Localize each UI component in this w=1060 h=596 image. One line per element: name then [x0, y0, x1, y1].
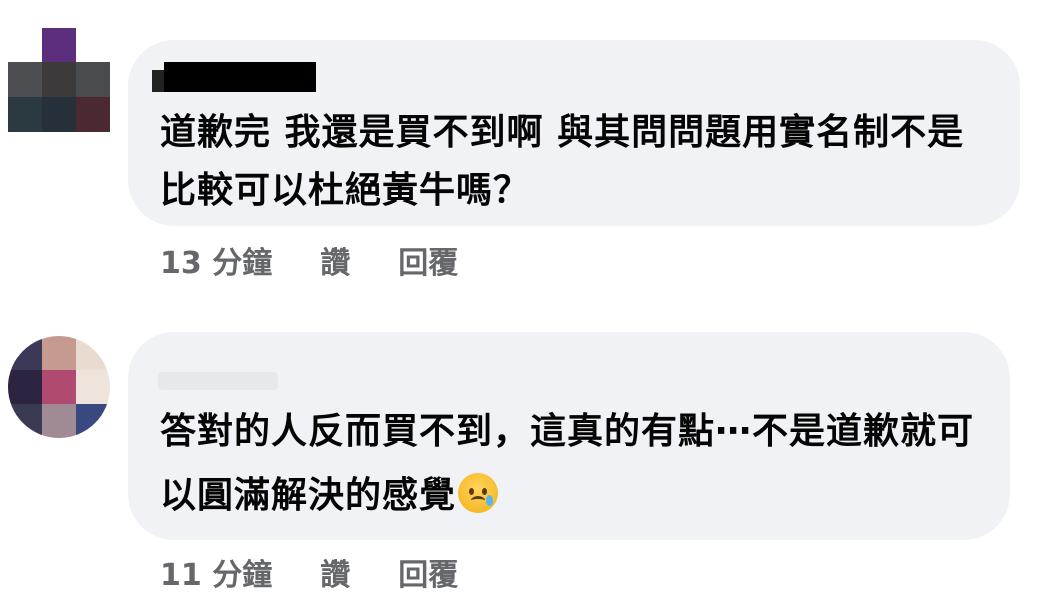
- comment-bubble: 道歉完 我還是買不到啊 與其問問題用實名制不是比較可以杜絕黃牛嗎？: [128, 40, 1020, 226]
- comment-bubble: 答對的人反而買不到，這真的有點⋯不是道歉就可以圓滿解決的感覺: [128, 332, 1010, 540]
- reply-button[interactable]: 回覆: [398, 238, 458, 282]
- comment-text: 道歉完 我還是買不到啊 與其問問題用實名制不是比較可以杜絕黃牛嗎？: [160, 112, 965, 211]
- comment-actions: 13 分鐘 讚 回覆: [160, 238, 458, 282]
- redacted-username[interactable]: [158, 372, 278, 390]
- comment-timestamp[interactable]: 11 分鐘: [160, 550, 272, 594]
- comment-actions: 11 分鐘 讚 回覆: [160, 550, 458, 594]
- redacted-username[interactable]: [164, 62, 316, 92]
- reply-button[interactable]: 回覆: [398, 550, 458, 594]
- comment-text: 答對的人反而買不到，這真的有點⋯不是道歉就可以圓滿解決的感覺: [160, 400, 1000, 528]
- comment-2: 答對的人反而買不到，這真的有點⋯不是道歉就可以圓滿解決的感覺 11 分鐘 讚 回…: [0, 318, 1060, 596]
- comment-text-body: 答對的人反而買不到，這真的有點⋯不是道歉就可以圓滿解決的感覺: [160, 411, 975, 516]
- like-button[interactable]: 讚: [320, 550, 350, 594]
- comment-1: 道歉完 我還是買不到啊 與其問問題用實名制不是比較可以杜絕黃牛嗎？ 13 分鐘 …: [0, 0, 1060, 300]
- like-button[interactable]: 讚: [320, 238, 350, 282]
- avatar[interactable]: [8, 28, 110, 132]
- comment-timestamp[interactable]: 13 分鐘: [160, 238, 272, 282]
- avatar[interactable]: [8, 336, 110, 438]
- crying-face-icon: [458, 473, 499, 513]
